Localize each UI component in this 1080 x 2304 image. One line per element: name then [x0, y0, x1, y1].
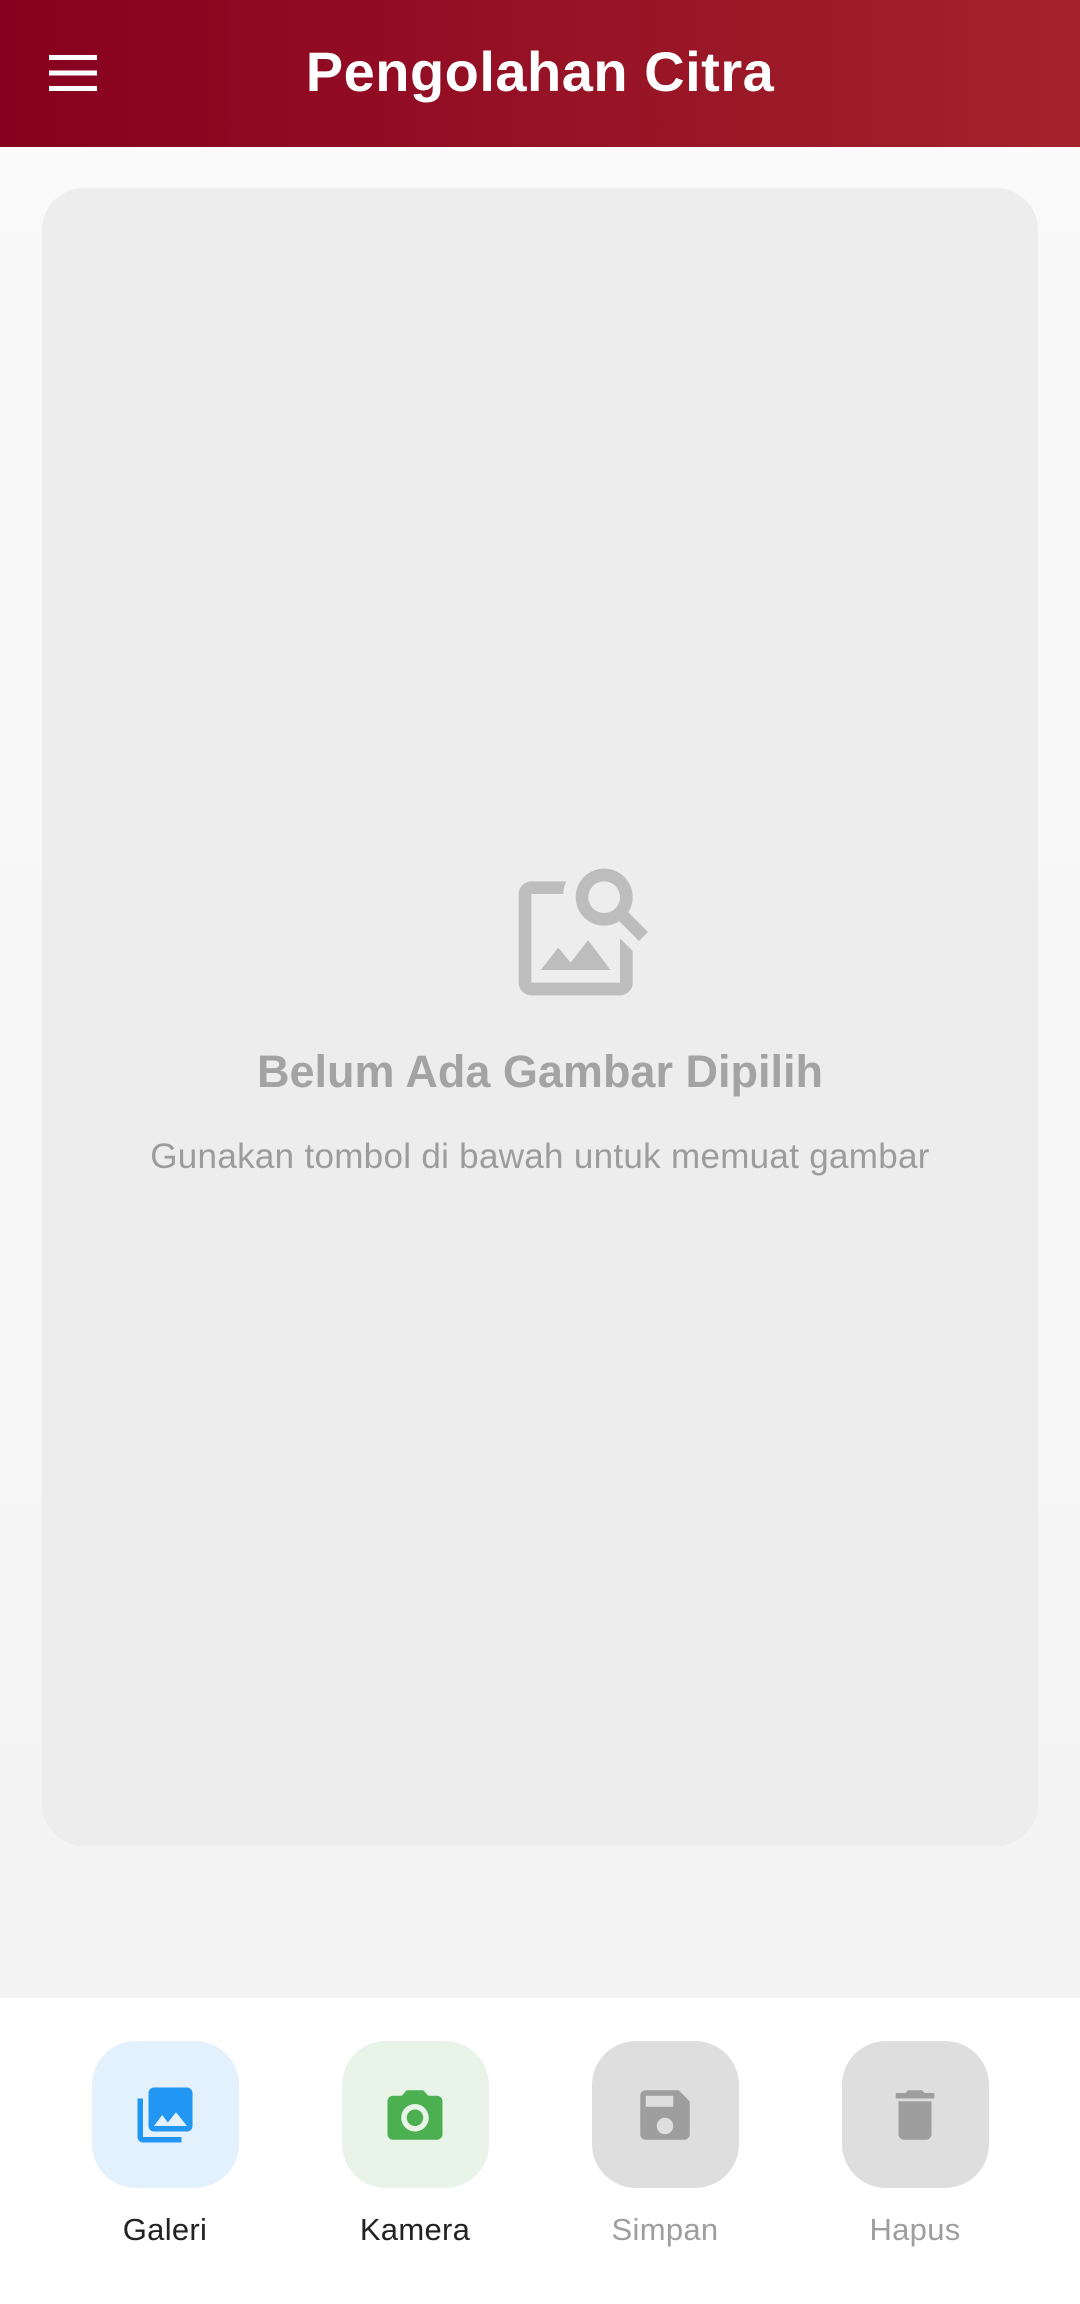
simpan-tile[interactable]: [591, 2041, 739, 2188]
image-search-icon: [518, 868, 648, 996]
hapus-button[interactable]: Hapus: [815, 2041, 1015, 2250]
kamera-tile[interactable]: [341, 2041, 489, 2188]
camera-icon: [387, 2089, 443, 2140]
kamera-label: Kamera: [359, 2212, 471, 2247]
simpan-label: Simpan: [611, 2212, 719, 2247]
bottom-action-bar: Galeri Kamera Simpan Hapus: [0, 1998, 1080, 2304]
hapus-label: Hapus: [869, 2212, 961, 2247]
kamera-button[interactable]: Kamera: [315, 2041, 515, 2250]
delete-icon: [895, 2089, 935, 2140]
image-preview-area: Belum Ada Gambar Dipilih Gunakan tombol …: [42, 188, 1038, 1846]
galeri-button[interactable]: Galeri: [65, 2041, 265, 2250]
galeri-tile[interactable]: [91, 2041, 239, 2188]
app-title: Pengolahan Citra: [305, 40, 775, 103]
save-icon: [640, 2089, 690, 2140]
empty-state-title: Belum Ada Gambar Dipilih: [257, 1046, 823, 1097]
galeri-label: Galeri: [122, 2212, 208, 2247]
empty-state-subtitle: Gunakan tombol di bawah untuk memuat gam…: [150, 1137, 930, 1176]
app-bar: Pengolahan Citra: [0, 0, 1080, 147]
photo-library-icon: [137, 2087, 193, 2142]
hapus-tile[interactable]: [841, 2041, 989, 2188]
simpan-button[interactable]: Simpan: [565, 2041, 765, 2250]
